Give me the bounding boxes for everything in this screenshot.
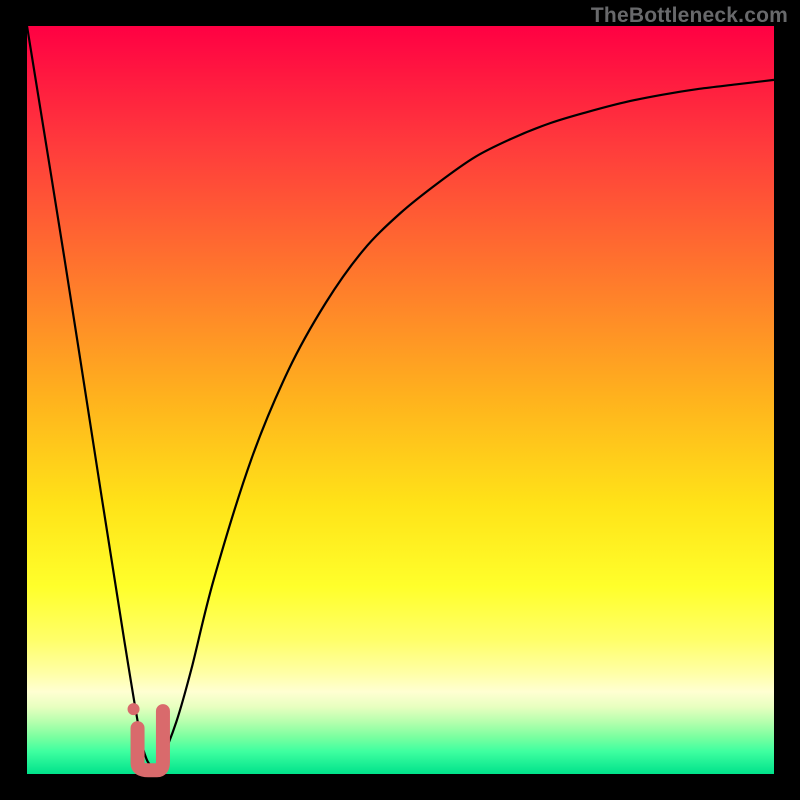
chart-frame: TheBottleneck.com (0, 0, 800, 800)
optimal-region-marker (138, 711, 163, 770)
optimal-region-dot (128, 703, 140, 715)
bottleneck-curve (27, 26, 774, 767)
watermark-text: TheBottleneck.com (591, 4, 788, 28)
chart-overlay (27, 26, 774, 774)
